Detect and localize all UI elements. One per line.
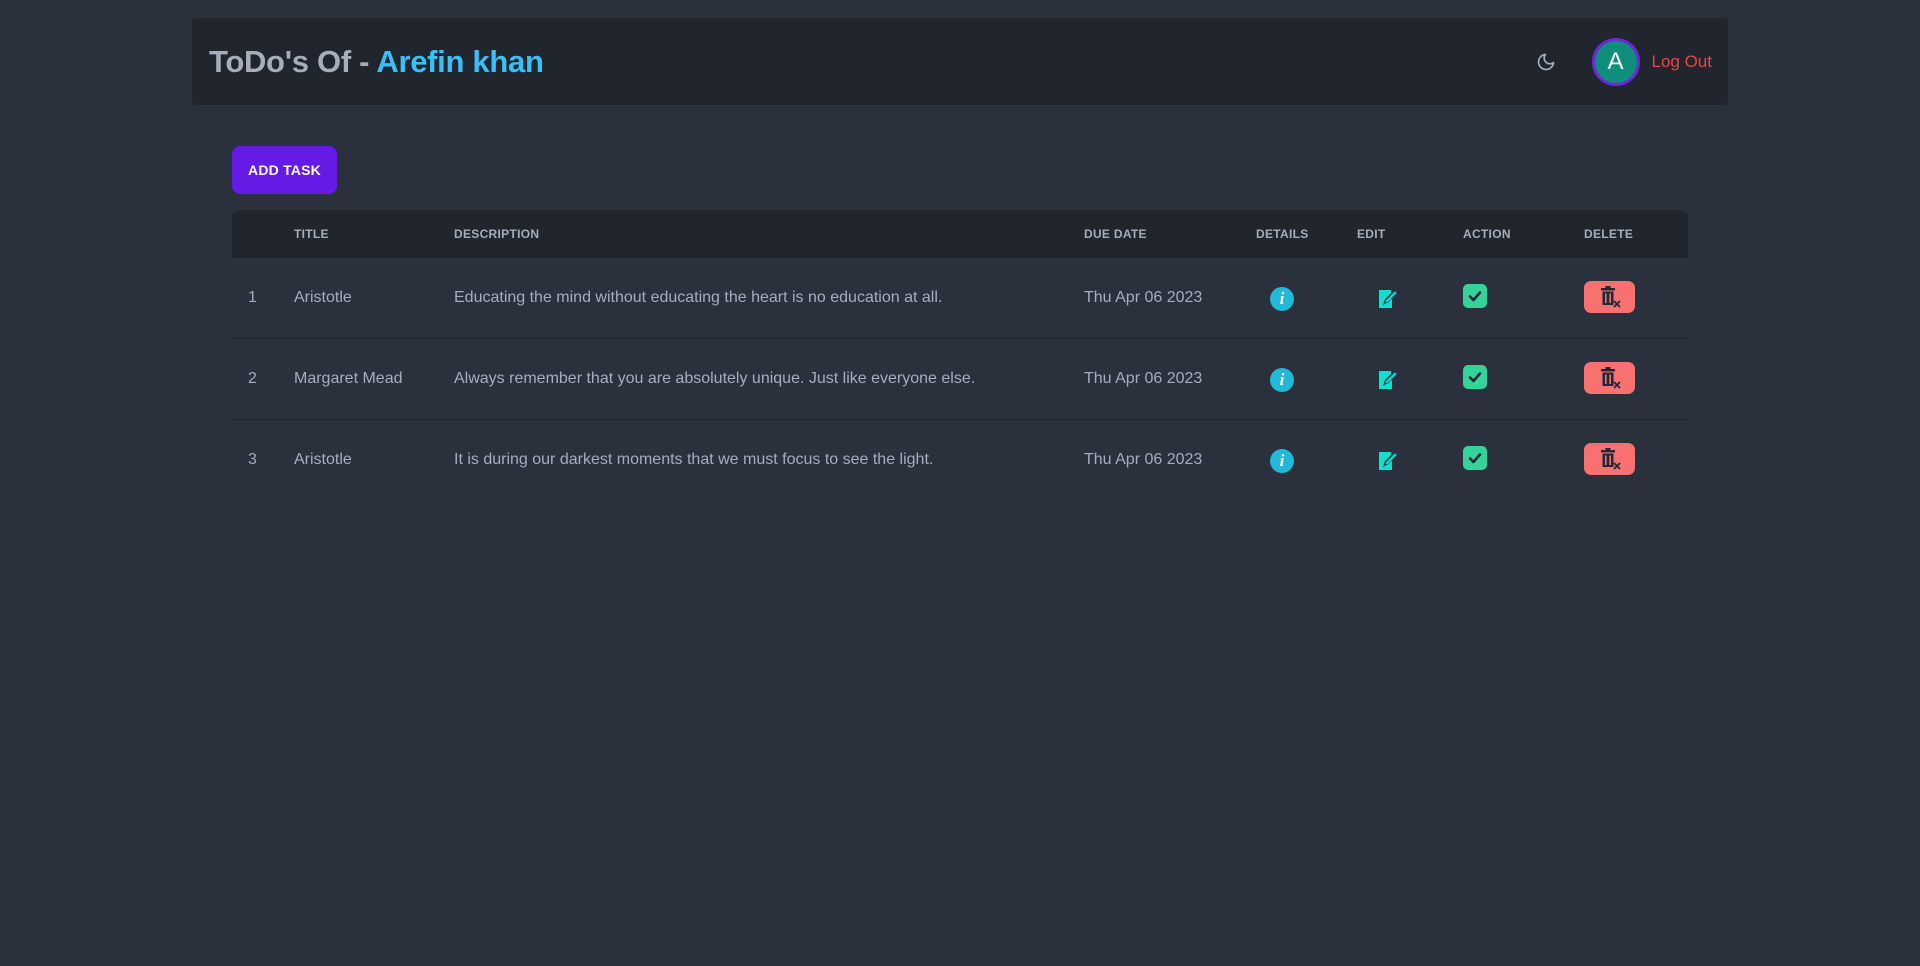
table-row: 3 Aristotle It is during our darkest mom… [232,420,1688,501]
edit-button[interactable] [1376,258,1400,339]
title-prefix: ToDo's Of - [209,43,377,79]
task-title: Margaret Mead [294,370,403,387]
details-button[interactable]: i [1270,258,1294,339]
theme-toggle-button[interactable] [1526,42,1566,82]
table-row: 2 Margaret Mead Always remember that you… [232,339,1688,420]
table-header: TITLE DESCRIPTION DUE DATE DETAILS EDIT … [232,210,1688,258]
info-icon: i [1270,286,1294,311]
add-task-button[interactable]: ADD TASK [232,146,337,194]
column-header-details: DETAILS [1256,227,1309,241]
moon-icon [1537,53,1554,70]
task-description: Always remember that you are absolutely … [454,370,976,387]
tasks-table: TITLE DESCRIPTION DUE DATE DETAILS EDIT … [232,210,1688,501]
check-icon [1463,364,1487,389]
avatar-letter: A [1607,47,1624,75]
edit-button[interactable] [1376,339,1400,420]
trash-icon [1584,361,1635,394]
page-title: ToDo's Of - Arefin khan [209,44,544,80]
complete-button[interactable] [1463,417,1487,498]
task-description: It is during our darkest moments that we… [454,451,934,468]
check-icon [1463,283,1487,308]
edit-icon [1379,289,1398,308]
column-header-due-date: DUE DATE [1084,227,1147,241]
complete-button[interactable] [1463,255,1487,336]
nav-actions: A Log Out [1526,37,1713,86]
task-title: Aristotle [294,451,352,468]
column-header-action: ACTION [1463,227,1511,241]
edit-icon [1379,370,1398,389]
details-button[interactable]: i [1270,420,1294,501]
delete-button[interactable] [1584,337,1635,418]
task-title: Aristotle [294,289,352,306]
task-due-date: Thu Apr 06 2023 [1084,451,1203,468]
row-number: 2 [248,370,257,387]
column-header-edit: EDIT [1357,227,1386,241]
edit-button[interactable] [1376,420,1400,501]
row-number: 3 [248,451,257,468]
avatar[interactable]: A [1591,37,1640,86]
info-icon: i [1270,367,1294,392]
complete-button[interactable] [1463,336,1487,417]
info-icon: i [1270,448,1294,473]
check-icon [1463,445,1487,470]
task-due-date: Thu Apr 06 2023 [1084,370,1203,387]
details-button[interactable]: i [1270,339,1294,420]
delete-button[interactable] [1584,256,1635,337]
trash-icon [1584,280,1635,313]
top-navbar: ToDo's Of - Arefin khan A Log Out [192,18,1728,105]
column-header-delete: DELETE [1584,227,1634,241]
column-header-title: TITLE [294,227,329,241]
table-row: 1 Aristotle Educating the mind without e… [232,258,1688,339]
task-description: Educating the mind without educating the… [454,289,943,306]
task-due-date: Thu Apr 06 2023 [1084,289,1203,306]
logout-link[interactable]: Log Out [1652,52,1713,72]
trash-icon [1584,442,1635,475]
row-number: 1 [248,289,257,306]
owner-name: Arefin khan [376,43,544,79]
table-body: 1 Aristotle Educating the mind without e… [232,258,1688,501]
delete-button[interactable] [1584,418,1635,499]
column-header-description: DESCRIPTION [454,227,540,241]
edit-icon [1379,451,1398,470]
